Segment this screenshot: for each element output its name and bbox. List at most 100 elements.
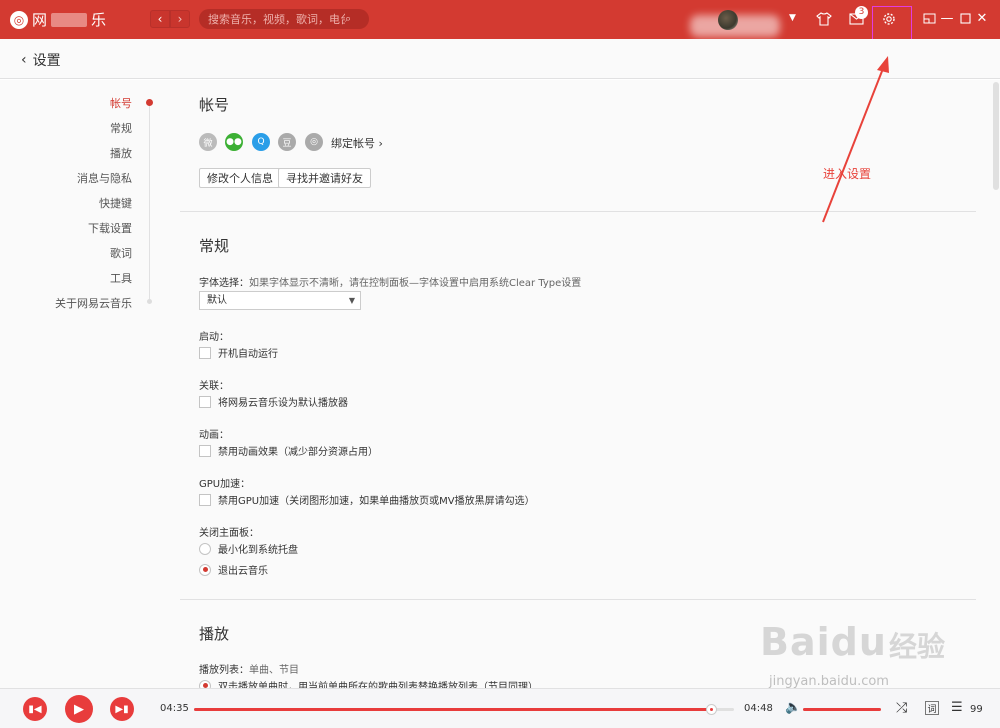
current-time: 04:35	[160, 703, 189, 714]
next-track-button[interactable]: ▶▮	[110, 697, 134, 721]
annotation-text: 进入设置	[823, 167, 872, 181]
shuffle-icon[interactable]: ⤮	[896, 700, 907, 716]
mini-mode-icon[interactable]	[922, 11, 936, 25]
assoc-option[interactable]: 将网易云音乐设为默认播放器	[199, 394, 348, 409]
minimize-icon[interactable]: —	[940, 11, 954, 26]
font-select-value: 默认	[207, 295, 227, 306]
section-title-play: 播放	[199, 625, 230, 643]
playlist-icon[interactable]: ☰	[951, 700, 963, 715]
startup-option[interactable]: 开机自动运行	[199, 345, 278, 360]
search-input[interactable]	[199, 12, 345, 26]
anim-option-label: 禁用动画效果（减少部分资源占用）	[218, 447, 378, 458]
progress-slider[interactable]	[194, 704, 734, 715]
history-nav: ‹ ›	[150, 10, 190, 28]
bind-account-link[interactable]: 绑定帐号 ›	[331, 135, 383, 151]
startup-option-label: 开机自动运行	[218, 349, 278, 360]
startup-label: 启动：	[199, 332, 229, 343]
wechat-icon[interactable]: ●●	[225, 133, 243, 151]
netease-logo-icon: ◎	[10, 10, 28, 29]
logo-text-end: 乐	[91, 11, 107, 29]
watermark: Baidu 经验 jingyan.baidu.com	[760, 620, 1000, 690]
section-title-account: 帐号	[199, 96, 230, 114]
settings-sidebar: 帐号 常规 播放 消息与隐私 快捷键 下载设置 歌词 工具 关于网易云音乐	[0, 80, 160, 688]
maximize-icon[interactable]	[958, 11, 972, 25]
total-time: 04:48	[744, 703, 773, 714]
app-logo[interactable]: ◎ 网 乐	[10, 9, 106, 30]
forward-nav-button[interactable]: ›	[170, 10, 190, 28]
sidebar-item-general[interactable]: 常规	[110, 120, 132, 136]
close-opt2-label: 退出云音乐	[218, 566, 268, 577]
gpu-checkbox[interactable]	[199, 493, 211, 506]
sidebar-end-dot	[147, 299, 152, 304]
douban-icon[interactable]: 豆	[278, 133, 296, 151]
exit-radio[interactable]	[199, 563, 211, 576]
close-option-minimize[interactable]: 最小化到系统托盘	[199, 541, 298, 556]
playlist-option[interactable]: 双击播放单曲时，用当前单曲所在的歌曲列表替换播放列表（节目同理）	[199, 678, 538, 688]
progress-handle[interactable]	[706, 704, 718, 715]
sidebar-item-shortcuts[interactable]: 快捷键	[99, 195, 132, 211]
qq-icon[interactable]: Q	[252, 133, 270, 151]
assoc-option-label: 将网易云音乐设为默认播放器	[218, 398, 348, 409]
sidebar-item-play[interactable]: 播放	[110, 145, 132, 161]
font-label: 字体选择：	[199, 278, 249, 289]
scrollbar[interactable]	[993, 82, 999, 190]
back-button[interactable]: ‹ 设置	[21, 50, 61, 70]
invite-friends-button[interactable]: 寻找并邀请好友	[278, 168, 371, 188]
chevron-left-icon: ‹	[21, 52, 27, 68]
playlist-hint: 单曲、节目	[249, 665, 299, 676]
anim-checkbox[interactable]	[199, 444, 211, 457]
previous-track-button[interactable]: ▮◀	[23, 697, 47, 721]
edit-profile-button[interactable]: 修改个人信息	[199, 168, 281, 188]
sidebar-item-privacy[interactable]: 消息与隐私	[77, 170, 132, 186]
close-icon[interactable]: ✕	[975, 11, 989, 26]
gpu-option-label: 禁用GPU加速（关闭图形加速，如果单曲播放页或MV播放黑屏请勾选）	[218, 496, 535, 507]
search-box[interactable]: ⌕	[199, 9, 369, 29]
close-label: 关闭主面板：	[199, 528, 259, 539]
close-opt1-label: 最小化到系统托盘	[218, 545, 298, 556]
settings-header: ‹ 设置	[0, 39, 1000, 79]
sidebar-item-account[interactable]: 帐号	[110, 95, 132, 111]
playlist-label: 播放列表：	[199, 665, 249, 676]
sidebar-divider	[149, 100, 150, 300]
anim-option[interactable]: 禁用动画效果（减少部分资源占用）	[199, 443, 378, 458]
playlist-option-label: 双击播放单曲时，用当前单曲所在的歌曲列表替换播放列表（节目同理）	[218, 682, 538, 688]
chevron-down-icon[interactable]: ▼	[789, 13, 796, 23]
startup-checkbox[interactable]	[199, 346, 211, 359]
skin-shirt-icon[interactable]	[815, 10, 833, 28]
settings-content: 帐号 微 ●● Q 豆 ◎ 绑定帐号 › 修改个人信息 寻找并邀请好友 常规 字…	[160, 80, 1000, 688]
minimize-radio[interactable]	[199, 542, 211, 555]
volume-slider[interactable]	[803, 708, 881, 711]
font-select[interactable]: 默认 ▼	[199, 291, 361, 310]
netease-icon[interactable]: ◎	[305, 133, 323, 151]
sidebar-item-lyrics[interactable]: 歌词	[110, 245, 132, 261]
playlist-label-row: 播放列表：单曲、节目	[199, 661, 299, 676]
sidebar-active-dot	[146, 99, 153, 106]
volume-icon[interactable]: 🔈	[785, 700, 801, 715]
user-menu[interactable]: ▼	[690, 5, 805, 41]
section-divider	[180, 599, 976, 600]
search-icon[interactable]: ⌕	[345, 12, 351, 26]
sidebar-item-about[interactable]: 关于网易云音乐	[55, 295, 132, 311]
progress-fill	[194, 708, 713, 711]
logo-text: 网	[32, 11, 48, 29]
section-title-general: 常规	[199, 237, 230, 255]
sidebar-item-download[interactable]: 下载设置	[88, 220, 132, 236]
player-bar: ▮◀ ▶ ▶▮ 04:35 04:48 🔈 ⤮ 词 ☰ 99	[0, 688, 1000, 728]
title-bar: ◎ 网 乐 ‹ › ⌕ ▼ 3 — ✕	[0, 0, 1000, 57]
sidebar-item-tools[interactable]: 工具	[110, 270, 132, 286]
logo-redacted	[51, 12, 88, 27]
message-count-badge: 3	[855, 6, 868, 19]
back-nav-button[interactable]: ‹	[150, 10, 170, 28]
avatar[interactable]	[718, 10, 738, 30]
volume-fill	[803, 708, 881, 711]
close-option-exit[interactable]: 退出云音乐	[199, 562, 268, 577]
play-button[interactable]: ▶	[65, 695, 93, 723]
gpu-option[interactable]: 禁用GPU加速（关闭图形加速，如果单曲播放页或MV播放黑屏请勾选）	[199, 492, 535, 507]
assoc-checkbox[interactable]	[199, 395, 211, 408]
assoc-label: 关联：	[199, 381, 229, 392]
playlist-radio[interactable]	[199, 679, 211, 688]
page-title: 设置	[32, 53, 61, 69]
section-divider	[180, 211, 976, 212]
lyrics-button[interactable]: 词	[925, 701, 939, 715]
weibo-icon[interactable]: 微	[199, 133, 217, 151]
